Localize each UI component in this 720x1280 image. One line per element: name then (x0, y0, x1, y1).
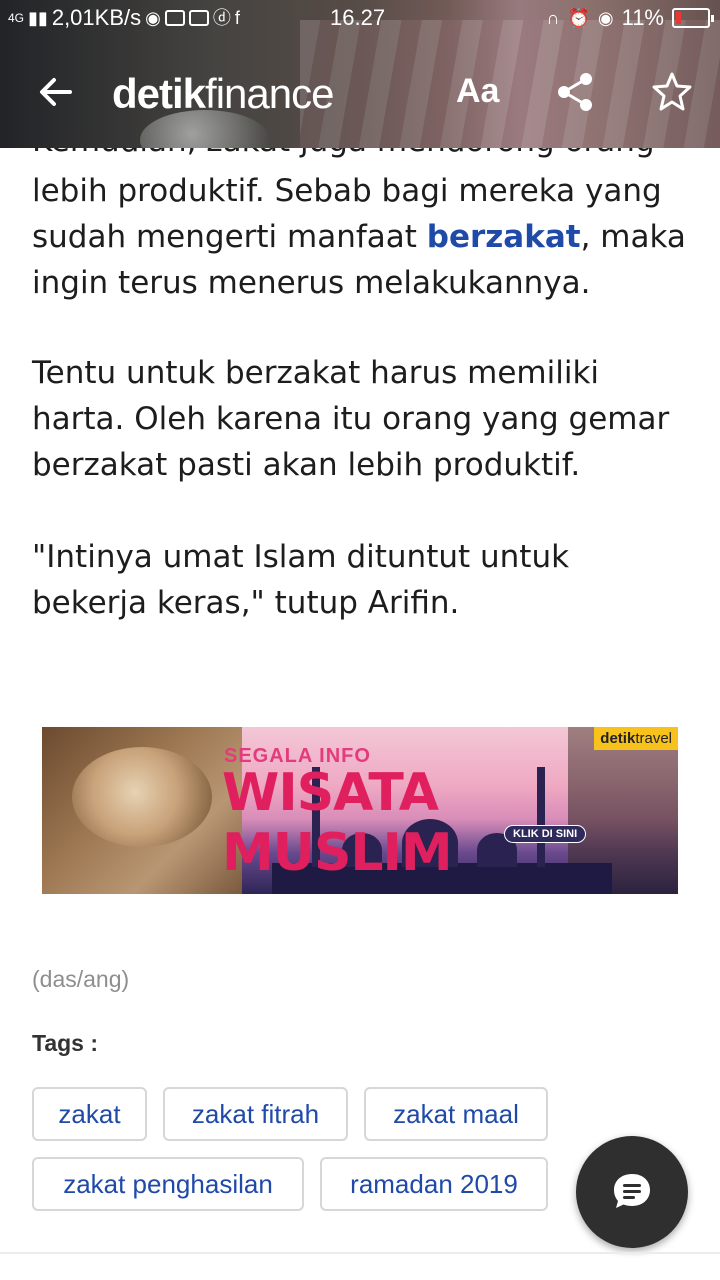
banner-cta[interactable]: KLIK DI SINI (504, 825, 587, 843)
article-source: (das/ang) (32, 966, 130, 992)
tag-zakat[interactable]: zakat (32, 1087, 147, 1141)
banner-title: WISATA MUSLIM (222, 763, 453, 883)
eye-icon: ◉ (597, 8, 614, 28)
tag-zakat-fitrah[interactable]: zakat fitrah (163, 1087, 348, 1141)
status-right: ∩ ⏰ ◉ 11% (546, 5, 714, 31)
star-icon[interactable] (650, 70, 694, 114)
bottom-divider (0, 1252, 720, 1254)
detik-icon: ⓓ (212, 8, 231, 28)
location-icon: ◉ (145, 8, 161, 28)
gmail-icon (188, 10, 209, 26)
network-type: 4G (8, 11, 25, 25)
signal-icon: ▮▮ (28, 8, 48, 28)
share-icon[interactable] (554, 70, 598, 114)
back-arrow-icon[interactable] (36, 70, 76, 114)
article-paragraph-1: lebih produktif. Sebab bagi mereka yang … (32, 168, 692, 306)
youtube-icon (164, 10, 185, 26)
font-size-button[interactable]: Aa (456, 72, 499, 111)
status-time: 16.27 (330, 5, 386, 30)
headset-icon: ∩ (546, 8, 560, 28)
status-bar: 4G ▮▮ 2,01KB/s ◉ ⓓ f 16.27 ∩ ⏰ ◉ 11% (0, 0, 720, 36)
status-left: 4G ▮▮ 2,01KB/s ◉ ⓓ f (8, 5, 240, 31)
tag-zakat-penghasilan[interactable]: zakat penghasilan (32, 1157, 304, 1211)
battery-icon (672, 8, 714, 28)
tag-zakat-maal[interactable]: zakat maal (364, 1087, 548, 1141)
alarm-icon: ⏰ (567, 8, 590, 28)
wisata-muslim-banner[interactable]: SEGALA INFO WISATA MUSLIM KLIK DI SINI d… (42, 727, 678, 894)
facebook-icon: f (234, 8, 240, 28)
detiktravel-brand: detiktravel (594, 727, 678, 750)
banner-plate-image (72, 747, 212, 847)
detikfinance-logo: detikfinance (112, 70, 334, 117)
tags-label: Tags : (32, 1030, 99, 1056)
article-paragraph-2: Tentu untuk berzakat harus memiliki hart… (32, 355, 670, 483)
battery-percent: 11% (621, 5, 664, 30)
article-paragraph-3: "Intinya umat Islam dituntut untuk beker… (32, 539, 570, 621)
app-bar: detikfinance Aa (0, 50, 720, 140)
network-speed: 2,01KB/s (51, 5, 142, 30)
chat-button[interactable] (576, 1136, 688, 1248)
tag-ramadan-2019[interactable]: ramadan 2019 (320, 1157, 548, 1211)
berzakat-link[interactable]: berzakat (427, 219, 581, 255)
chat-icon (614, 1174, 650, 1208)
